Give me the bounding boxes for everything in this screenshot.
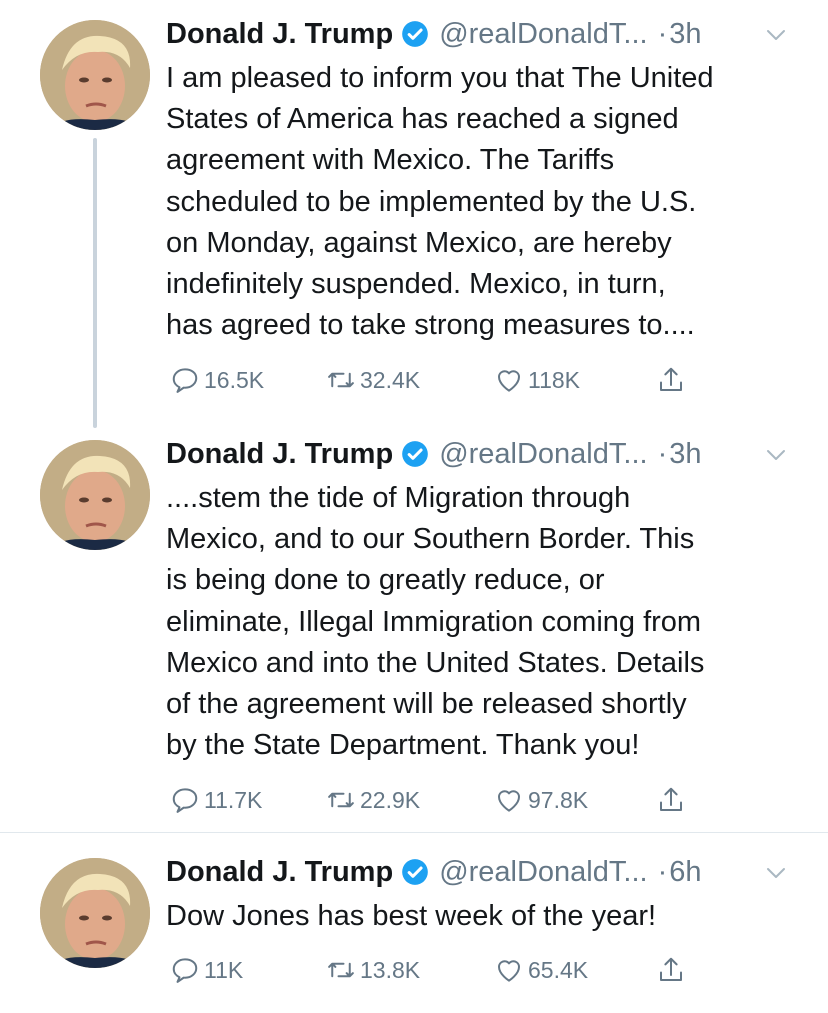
separator-dot: · <box>657 437 668 470</box>
tweet-text-line: scheduled to be implemented by the U.S. <box>166 185 697 218</box>
share-button[interactable] <box>656 950 690 990</box>
reply-icon <box>170 365 204 395</box>
timestamp[interactable]: 3h <box>669 18 701 51</box>
timestamp[interactable]: 6h <box>669 856 701 889</box>
tweet-text-line: I am pleased to inform you that The Unit… <box>166 62 714 94</box>
tweet-text-line: Mexico, and to our Southern Border. This <box>166 523 695 556</box>
tweet-text-line: ....stem the tide of Migration through <box>166 482 631 514</box>
verified-badge-icon <box>401 440 429 468</box>
tweet-text: Dow Jones has best week of the year! <box>166 896 806 937</box>
like-button[interactable]: 118K <box>494 360 580 400</box>
like-count: 65.4K <box>528 956 589 983</box>
reply-button[interactable]: 11K <box>170 950 243 990</box>
tweet-divider <box>0 832 828 833</box>
tweet-text-line: indefinitely suspended. Mexico, in turn, <box>166 268 666 301</box>
like-button[interactable]: 97.8K <box>494 780 588 820</box>
tweet-text: I am pleased to inform you that The Unit… <box>166 58 806 346</box>
share-button[interactable] <box>656 780 690 820</box>
tweet-actions: 11K 13.8K 65.4K <box>166 950 726 990</box>
username[interactable]: @realDonaldT... <box>439 438 647 471</box>
tweet-text-line: is being done to greatly reduce, or <box>166 564 605 597</box>
avatar-image <box>40 20 150 130</box>
share-icon <box>656 365 690 395</box>
username[interactable]: @realDonaldT... <box>439 856 647 889</box>
display-name[interactable]: Donald J. Trump <box>166 856 393 889</box>
reply-count: 11K <box>204 956 244 983</box>
tweet-text-line: eliminate, Illegal Immigration coming fr… <box>166 605 702 638</box>
retweet-icon <box>326 785 360 815</box>
reply-button[interactable]: 16.5K <box>170 360 264 400</box>
tweet-text: ....stem the tide of Migration through M… <box>166 478 806 766</box>
chevron-down-icon[interactable] <box>764 443 788 467</box>
heart-icon <box>494 955 528 985</box>
avatar-image <box>40 440 150 550</box>
username[interactable]: @realDonaldT... <box>439 18 647 51</box>
tweet-text-line: on Monday, against Mexico, are hereby <box>166 226 672 259</box>
tweet-actions: 11.7K 22.9K 97.8K <box>166 780 726 820</box>
separator-dot: · <box>657 855 668 888</box>
display-name[interactable]: Donald J. Trump <box>166 438 393 471</box>
verified-badge-icon <box>401 858 429 886</box>
retweet-button[interactable]: 32.4K <box>326 360 420 400</box>
tweet-actions: 16.5K 32.4K 118K <box>166 360 726 400</box>
verified-badge-icon <box>401 20 429 48</box>
heart-icon <box>494 785 528 815</box>
retweet-count: 32.4K <box>360 366 421 393</box>
like-button[interactable]: 65.4K <box>494 950 588 990</box>
tweet-text-line: Mexico and into the United States. Detai… <box>166 646 705 679</box>
tweet-text-line: Dow Jones has best week of the year! <box>166 900 657 932</box>
tweet-header: Donald J. Trump @realDonaldT... · 3h <box>166 14 806 54</box>
reply-icon <box>170 785 204 815</box>
reply-button[interactable]: 11.7K <box>170 780 262 820</box>
tweet-header: Donald J. Trump @realDonaldT... · 3h <box>166 434 806 474</box>
retweet-count: 13.8K <box>360 956 421 983</box>
display-name[interactable]: Donald J. Trump <box>166 18 393 51</box>
share-icon <box>656 955 690 985</box>
like-count: 118K <box>528 366 581 393</box>
tweet-text-line: agreement with Mexico. The Tariffs <box>166 144 615 177</box>
avatar-image <box>40 858 150 968</box>
avatar[interactable] <box>40 440 150 550</box>
avatar[interactable] <box>40 20 150 130</box>
avatar[interactable] <box>40 858 150 968</box>
tweet-text-line: by the State Department. Thank you! <box>166 729 640 762</box>
retweet-icon <box>326 365 360 395</box>
share-button[interactable] <box>656 360 690 400</box>
tweet-text-line: of the agreement will be released shortl… <box>166 688 687 721</box>
retweet-button[interactable]: 22.9K <box>326 780 420 820</box>
reply-icon <box>170 955 204 985</box>
share-icon <box>656 785 690 815</box>
thread-line <box>93 138 97 428</box>
retweet-count: 22.9K <box>360 786 421 813</box>
tweet-text-line: has agreed to take strong measures to...… <box>166 309 695 342</box>
chevron-down-icon[interactable] <box>764 861 788 885</box>
heart-icon <box>494 365 528 395</box>
reply-count: 11.7K <box>204 786 263 813</box>
retweet-icon <box>326 955 360 985</box>
tweet-header: Donald J. Trump @realDonaldT... · 6h <box>166 852 806 892</box>
timestamp[interactable]: 3h <box>669 438 701 471</box>
timeline: Donald J. Trump @realDonaldT... · 3h I a… <box>0 0 828 1013</box>
reply-count: 16.5K <box>204 366 265 393</box>
tweet-text-line: States of America has reached a signed <box>166 103 679 136</box>
retweet-button[interactable]: 13.8K <box>326 950 420 990</box>
like-count: 97.8K <box>528 786 589 813</box>
separator-dot: · <box>657 17 668 50</box>
chevron-down-icon[interactable] <box>764 23 788 47</box>
